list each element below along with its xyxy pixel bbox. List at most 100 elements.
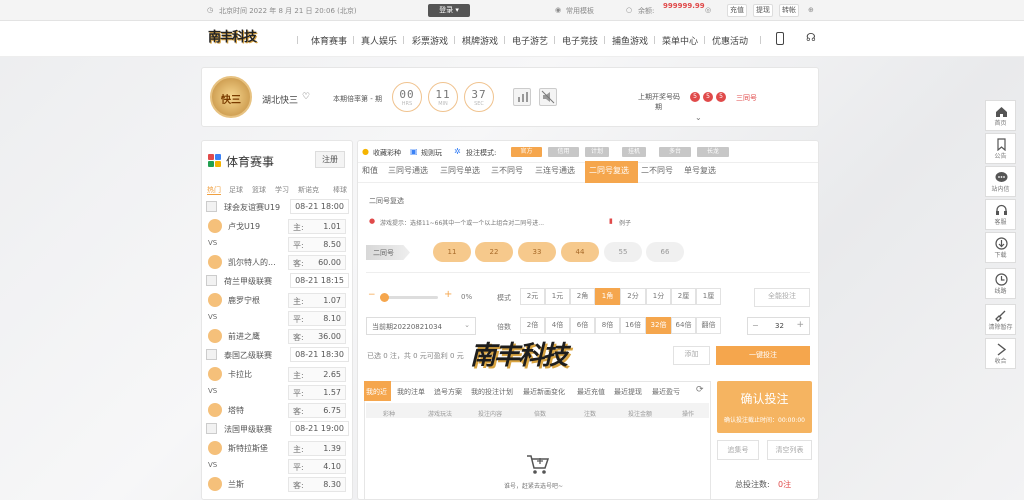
login-button[interactable]: 登录 ▾ — [428, 4, 470, 17]
headset-icon[interactable]: ☊ — [806, 31, 816, 44]
refresh-icon[interactable]: ⟳ — [696, 385, 704, 395]
sidebar-messages[interactable]: 站内信 — [985, 166, 1016, 197]
team-name[interactable]: 卡拉比 — [228, 369, 252, 380]
team-name[interactable]: 鹿罗宁根 — [228, 295, 260, 306]
team-name[interactable]: 卢戈U19 — [228, 221, 260, 232]
mode-credit[interactable]: 信用 — [548, 147, 579, 157]
site-logo[interactable]: 南丰科技 — [208, 26, 268, 52]
sidebar-notice[interactable]: 公告 — [985, 133, 1016, 164]
tab-my-bets[interactable]: 我的注单 — [397, 387, 425, 397]
mult-double[interactable]: 翻倍 — [696, 317, 721, 334]
tab-triple-all[interactable]: 三同号通选 — [388, 165, 428, 176]
slider-handle[interactable] — [380, 293, 389, 302]
clear-list-button[interactable]: 清空列表 — [767, 440, 812, 460]
odds-button[interactable]: 客: 8.30 — [288, 477, 346, 492]
tab-snooker[interactable]: 斯诺克 — [298, 185, 319, 195]
phone-icon[interactable] — [776, 32, 784, 45]
chevron-down-icon[interactable]: ⌄ — [695, 113, 702, 122]
team-name[interactable]: 斯特拉斯堡 — [228, 443, 268, 454]
tab-sum[interactable]: 和值 — [362, 165, 378, 176]
mult-6x[interactable]: 6倍 — [570, 317, 595, 334]
eye-icon[interactable]: ◎ — [705, 6, 711, 14]
number-ball-33[interactable]: 33 — [518, 242, 556, 262]
sidebar-collapse[interactable]: 收合 — [985, 338, 1016, 369]
team-name[interactable]: 塔特 — [228, 405, 244, 416]
tab-basketball[interactable]: 篮球 — [252, 185, 266, 195]
tab-three-diff[interactable]: 三不同号 — [491, 165, 523, 176]
nav-item-slots[interactable]: 电子游艺 — [512, 34, 548, 47]
number-ball-22[interactable]: 22 — [475, 242, 513, 262]
team-name[interactable]: 前进之鹰 — [228, 331, 260, 342]
tab-single-multi[interactable]: 单号复选 — [684, 165, 716, 176]
favorite-lottery[interactable]: 收藏彩种 — [373, 148, 401, 158]
chase-button[interactable]: 追集号 — [717, 440, 759, 460]
number-ball-55[interactable]: 55 — [604, 242, 642, 262]
number-ball-11[interactable]: 11 — [433, 242, 471, 262]
recharge-button[interactable]: 充值 — [727, 4, 747, 17]
example-link[interactable]: 例子 — [619, 218, 631, 227]
mult-16x[interactable]: 16倍 — [620, 317, 646, 334]
template-label[interactable]: 常用模板 — [566, 6, 594, 16]
odds-button[interactable]: 平: 4.10 — [288, 459, 346, 474]
sidebar-clear-cache[interactable]: 清除暂存 — [985, 304, 1016, 335]
nav-item-menu[interactable]: 菜单中心 — [662, 34, 698, 47]
refresh-icon[interactable]: ⊕ — [808, 6, 814, 14]
period-select[interactable]: 当前期20220821034 ⌄ — [366, 317, 476, 335]
tab-chase-plan[interactable]: 追号方案 — [434, 387, 462, 397]
nav-item-lottery[interactable]: 彩票游戏 — [412, 34, 448, 47]
tab-recent-deposit[interactable]: 最近充值 — [577, 387, 605, 397]
sidebar-routes[interactable]: 线路 — [985, 268, 1016, 299]
sidebar-download[interactable]: 下载 — [985, 232, 1016, 263]
mode-dragon[interactable]: 长龙 — [697, 147, 729, 157]
mode-plan[interactable]: 计划 — [585, 147, 609, 157]
mult-64x[interactable]: 64倍 — [671, 317, 696, 334]
odds-button[interactable]: 主: 1.01 — [288, 219, 346, 234]
nav-item-promo[interactable]: 优惠活动 — [712, 34, 748, 47]
nav-item-cards[interactable]: 棋牌游戏 — [462, 34, 498, 47]
odds-button[interactable]: 主: 1.07 — [288, 293, 346, 308]
odds-button[interactable]: 客: 36.00 — [288, 329, 346, 344]
sidebar-home[interactable]: 首页 — [985, 100, 1016, 131]
tab-history-recent[interactable]: 我的近 — [364, 381, 391, 401]
odds-button[interactable]: 平: 8.50 — [288, 237, 346, 252]
tab-baseball[interactable]: 棒球 — [333, 185, 347, 195]
odds-button[interactable]: 客: 6.75 — [288, 403, 346, 418]
odds-button[interactable]: 平: 8.10 — [288, 311, 346, 326]
tab-study[interactable]: 学习 — [275, 185, 289, 195]
mode-multi[interactable]: 多台 — [659, 147, 691, 157]
confirm-bet-button[interactable]: 确认投注 确认投注截止时间：00:00:00 — [717, 381, 812, 433]
unit-2jiao[interactable]: 2角 — [570, 288, 595, 305]
tab-recent-pnl[interactable]: 最近盈亏 — [652, 387, 680, 397]
unit-1li[interactable]: 1厘 — [696, 288, 721, 305]
unit-2li[interactable]: 2厘 — [671, 288, 696, 305]
mult-2x[interactable]: 2倍 — [520, 317, 545, 334]
unit-1yuan[interactable]: 1元 — [545, 288, 570, 305]
tab-recent-withdraw[interactable]: 最近提现 — [614, 387, 642, 397]
unit-2fen[interactable]: 2分 — [620, 288, 646, 305]
tab-two-diff[interactable]: 二不同号 — [641, 165, 673, 176]
mult-8x[interactable]: 8倍 — [595, 317, 620, 334]
register-button[interactable]: 注册 — [315, 151, 345, 168]
rebate-slider[interactable] — [380, 293, 438, 302]
mode-auto[interactable]: 挂机 — [622, 147, 646, 157]
sidebar-support[interactable]: 客服 — [985, 199, 1016, 230]
mult-32x[interactable]: 32倍 — [646, 317, 671, 334]
team-name[interactable]: 兰斯 — [228, 479, 244, 490]
number-ball-44[interactable]: 44 — [561, 242, 599, 262]
odds-button[interactable]: 主: 1.39 — [288, 441, 346, 456]
unit-2yuan[interactable]: 2元 — [520, 288, 545, 305]
unit-1fen[interactable]: 1分 — [646, 288, 671, 305]
transfer-button[interactable]: 转帐 — [779, 4, 799, 17]
unit-1jiao[interactable]: 1角 — [595, 288, 620, 305]
tab-football[interactable]: 足球 — [229, 185, 243, 195]
nav-item-live[interactable]: 真人娱乐 — [361, 34, 397, 47]
nav-item-sports[interactable]: 体育赛事 — [311, 34, 347, 47]
team-name[interactable]: 凯尔特人的... — [228, 257, 276, 268]
one-click-bet-button[interactable]: 一键投注 — [716, 346, 810, 365]
tab-bet-plan[interactable]: 我的投注计划 — [471, 387, 513, 397]
odds-button[interactable]: 平: 1.57 — [288, 385, 346, 400]
number-ball-66[interactable]: 66 — [646, 242, 684, 262]
nav-item-esports[interactable]: 电子竞技 — [562, 34, 598, 47]
minus-icon[interactable]: − — [368, 290, 376, 300]
rules-link[interactable]: 规则玩 — [421, 148, 442, 158]
